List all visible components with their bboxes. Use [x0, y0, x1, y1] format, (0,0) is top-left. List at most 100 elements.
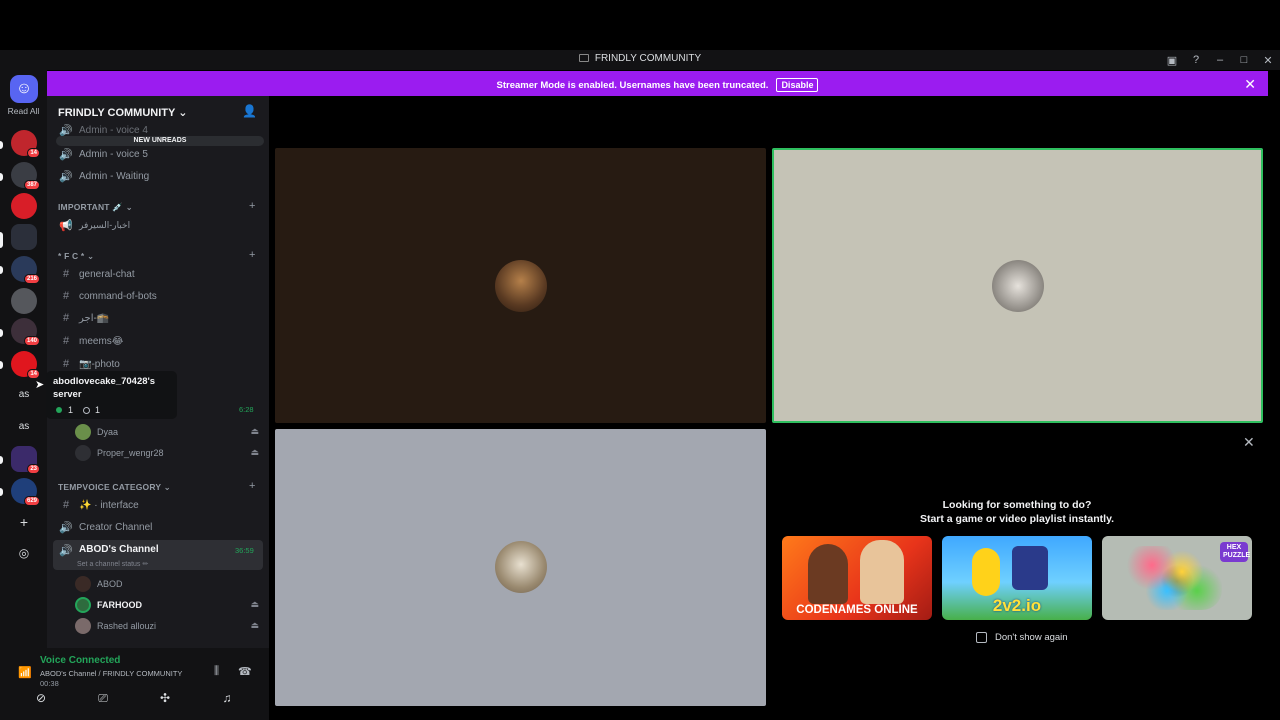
- close-icon[interactable]: ✕: [1256, 54, 1280, 67]
- noise-suppression-icon[interactable]: ⫼: [214, 665, 219, 678]
- streaming-icon: ⏏: [250, 447, 259, 457]
- hashtag-icon: #: [62, 312, 70, 324]
- dont-show-again[interactable]: Don't show again: [976, 632, 1068, 643]
- disable-button[interactable]: Disable: [776, 78, 819, 92]
- server-icon[interactable]: 216: [11, 256, 40, 284]
- voice-panel: 📶 Voice Connected ABOD's Channel / FRIND…: [0, 648, 269, 720]
- server-tooltip: abodlovecake_70428's server 11: [46, 371, 177, 419]
- category-fc[interactable]: * F C * ⌄: [58, 251, 94, 262]
- activity-close-icon[interactable]: ✕: [1243, 434, 1255, 451]
- hashtag-icon: #: [62, 358, 70, 370]
- voice-tile[interactable]: [275, 429, 766, 706]
- voice-user[interactable]: ABOD: [75, 574, 263, 593]
- online-dot-icon: [56, 407, 62, 413]
- create-channel-icon[interactable]: +: [249, 480, 255, 492]
- category-important[interactable]: IMPORTANT 💉 ⌄: [58, 202, 133, 213]
- character-art: [808, 544, 848, 604]
- server-icon[interactable]: as: [11, 414, 37, 440]
- avatar: [75, 423, 91, 440]
- voice-user[interactable]: Dyaa ⏏: [75, 422, 263, 441]
- server-icon[interactable]: 629: [11, 478, 40, 506]
- voice-user[interactable]: Rashed allouzi ⏏: [75, 616, 263, 635]
- selected-pill: [0, 232, 3, 248]
- camera-off-icon[interactable]: ⊘: [26, 691, 56, 705]
- voice-timer: 36:59: [235, 546, 254, 555]
- channel-status[interactable]: Set a channel status ✏: [77, 560, 148, 568]
- channel-news[interactable]: 📢 اخبار-السيرفر: [53, 215, 263, 235]
- channel-command-of-bots[interactable]: # command-of-bots: [53, 286, 263, 306]
- hex-puzzle-logo: HEX PUZZLE: [1220, 542, 1250, 562]
- disconnect-icon[interactable]: ☎: [238, 665, 252, 678]
- voice-tile[interactable]: [275, 148, 766, 423]
- server-icon[interactable]: 23: [11, 446, 40, 474]
- server-icon[interactable]: 140: [11, 318, 40, 346]
- activity-title: Looking for something to do?: [942, 499, 1092, 511]
- server-icon[interactable]: 387: [11, 162, 40, 190]
- streaming-icon: ⏏: [250, 599, 259, 609]
- inbox-icon[interactable]: ▣: [1160, 54, 1184, 67]
- channel-meems[interactable]: # meems😂: [53, 331, 263, 351]
- discord-app: FRINDLY COMMUNITY ▣ ? – □ ✕ Streamer Mod…: [0, 0, 1280, 720]
- voice-timer: 6:28: [239, 405, 254, 414]
- game-card-codenames[interactable]: CODENAMES ONLINE: [782, 536, 932, 620]
- channel-interface[interactable]: # ✨ · interface: [53, 495, 263, 515]
- character-art: [972, 548, 1000, 596]
- minimize-icon[interactable]: –: [1208, 54, 1232, 66]
- avatar: [75, 444, 91, 461]
- activities-icon[interactable]: ✣: [150, 691, 180, 705]
- voice-user[interactable]: Proper_wengr28 ⏏: [75, 443, 263, 462]
- discover-icon[interactable]: ◎: [11, 540, 37, 566]
- server-icon[interactable]: 14: [11, 351, 40, 379]
- server-icon[interactable]: [11, 288, 37, 314]
- server-icon[interactable]: [11, 224, 37, 250]
- read-all-button[interactable]: Read All: [0, 106, 47, 116]
- invite-people-icon[interactable]: 👤: [242, 104, 257, 118]
- avatar: [75, 575, 91, 592]
- discord-home-icon[interactable]: ☺: [10, 75, 38, 103]
- banner-message: Streamer Mode is enabled. Usernames have…: [496, 80, 769, 91]
- title-bar: FRINDLY COMMUNITY ▣ ? – □ ✕: [0, 50, 1280, 70]
- channel-general-chat[interactable]: # general-chat: [53, 264, 263, 284]
- announcement-icon: 📢: [59, 219, 73, 232]
- channel-ajr[interactable]: # اجر-🕋: [53, 308, 263, 328]
- streaming-icon: ⏏: [250, 426, 259, 436]
- streamer-mode-banner: Streamer Mode is enabled. Usernames have…: [47, 71, 1268, 96]
- create-channel-icon[interactable]: +: [249, 249, 255, 261]
- game-card-2v2io[interactable]: 2v2.io: [942, 536, 1092, 620]
- avatar: [992, 260, 1044, 312]
- avatar: [495, 541, 547, 593]
- hashtag-icon: #: [62, 499, 70, 511]
- window-icon: [578, 54, 589, 62]
- signal-icon: 📶: [18, 667, 32, 679]
- activity-subtitle: Start a game or video playlist instantly…: [919, 513, 1115, 525]
- avatar: [495, 260, 547, 312]
- character-art: [1012, 546, 1048, 590]
- hashtag-icon: #: [62, 268, 70, 280]
- window-title: FRINDLY COMMUNITY: [0, 53, 1280, 64]
- create-channel-icon[interactable]: +: [249, 200, 255, 212]
- checkbox[interactable]: [976, 632, 987, 643]
- server-icon[interactable]: as: [11, 382, 37, 408]
- voice-tile-speaking[interactable]: [772, 148, 1263, 423]
- category-tempvoice[interactable]: TEMPVOICE CATEGORY ⌄: [58, 482, 171, 493]
- server-icon[interactable]: 14: [11, 130, 40, 158]
- channel-admin-waiting[interactable]: 🔊 Admin - Waiting: [53, 166, 263, 186]
- voice-user[interactable]: FARHOOD ⏏: [75, 595, 263, 614]
- speaker-icon: 🔊: [59, 124, 73, 137]
- maximize-icon[interactable]: □: [1232, 54, 1256, 66]
- channel-creator[interactable]: 🔊 Creator Channel: [53, 517, 263, 537]
- screenshare-icon[interactable]: ⎚: [88, 691, 118, 706]
- game-card-hex-puzzle[interactable]: HEX PUZZLE: [1102, 536, 1252, 620]
- channel-admin-voice-5[interactable]: 🔊 Admin - voice 5: [53, 144, 263, 164]
- server-icon[interactable]: [11, 193, 37, 219]
- add-server-icon[interactable]: +: [11, 509, 37, 535]
- banner-close-icon[interactable]: ✕: [1244, 76, 1256, 93]
- avatar: [75, 596, 91, 613]
- mouse-cursor-icon: ➤: [35, 379, 45, 391]
- character-art: [860, 540, 904, 604]
- soundboard-icon[interactable]: ♫: [212, 691, 242, 705]
- speaker-icon: 🔊: [59, 170, 73, 183]
- hashtag-icon: #: [62, 290, 70, 302]
- help-icon[interactable]: ?: [1184, 54, 1208, 66]
- members-dot-icon: [83, 406, 91, 414]
